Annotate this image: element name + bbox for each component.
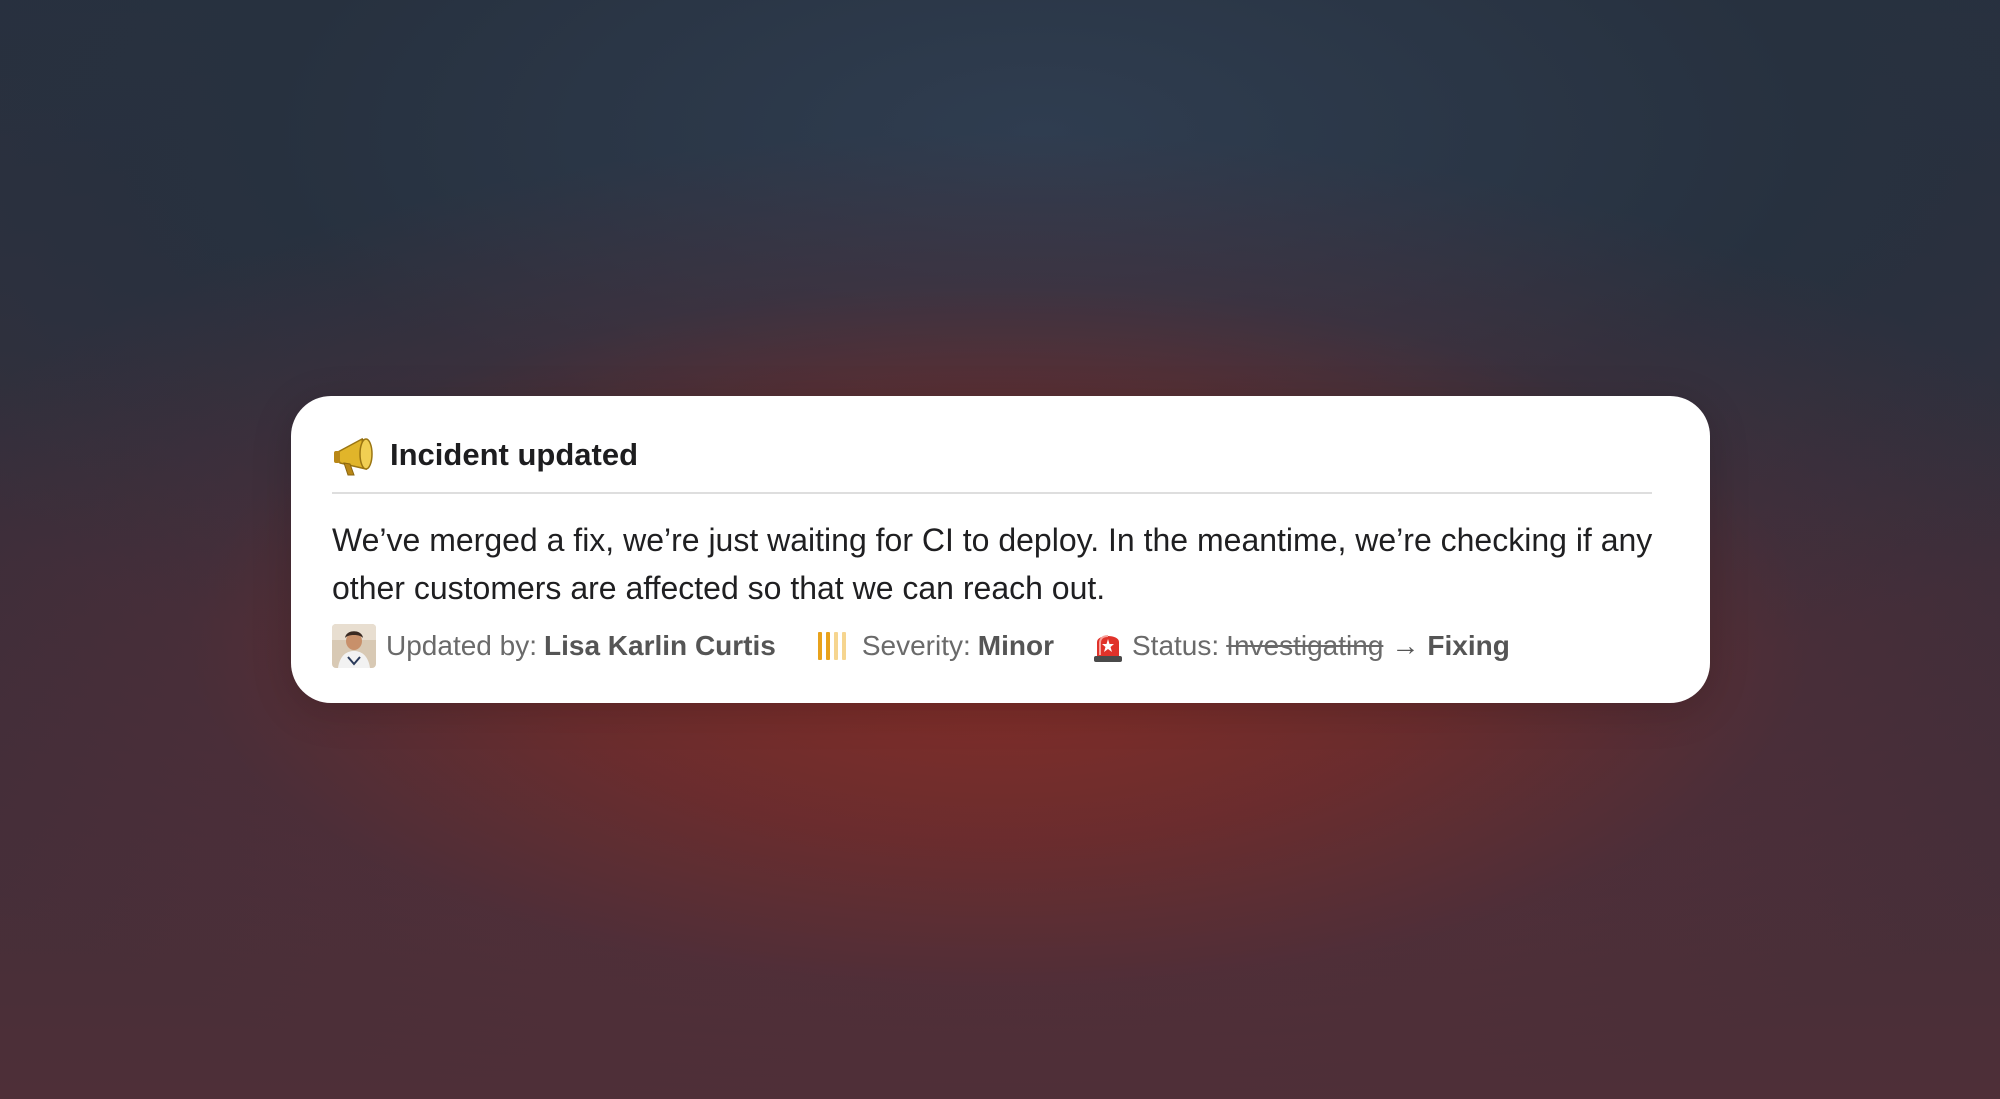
updated-by-name[interactable]: Lisa Karlin Curtis: [544, 630, 776, 662]
siren-icon: [1092, 628, 1124, 664]
severity-bars-icon: [816, 630, 848, 662]
severity-label: Severity:: [861, 630, 971, 661]
update-message: We’ve merged a fix, we’re just waiting f…: [332, 522, 1653, 606]
card-header: Incident updated: [332, 426, 1652, 484]
megaphone-icon: [332, 431, 382, 479]
card-title: Incident updated: [390, 437, 638, 472]
status-current: Fixing: [1427, 630, 1510, 661]
divider: [332, 492, 1652, 494]
updated-by-label: Updated by:: [386, 630, 537, 661]
severity-value: Minor: [977, 630, 1054, 661]
status-label: Status:: [1132, 630, 1220, 661]
status-arrow: →: [1391, 630, 1420, 661]
incident-update-card: Incident updated We’ve merged a fix, we’…: [291, 396, 1710, 703]
status: Status: Investigating → Fixing: [1054, 628, 1510, 664]
updated-by: Updated by: Lisa Karlin Curtis: [332, 624, 776, 668]
metadata-row: Updated by: Lisa Karlin Curtis Severity:…: [332, 623, 1652, 669]
severity: Severity: Minor: [776, 630, 1054, 662]
status-previous: Investigating: [1226, 630, 1384, 661]
avatar[interactable]: [332, 624, 376, 668]
